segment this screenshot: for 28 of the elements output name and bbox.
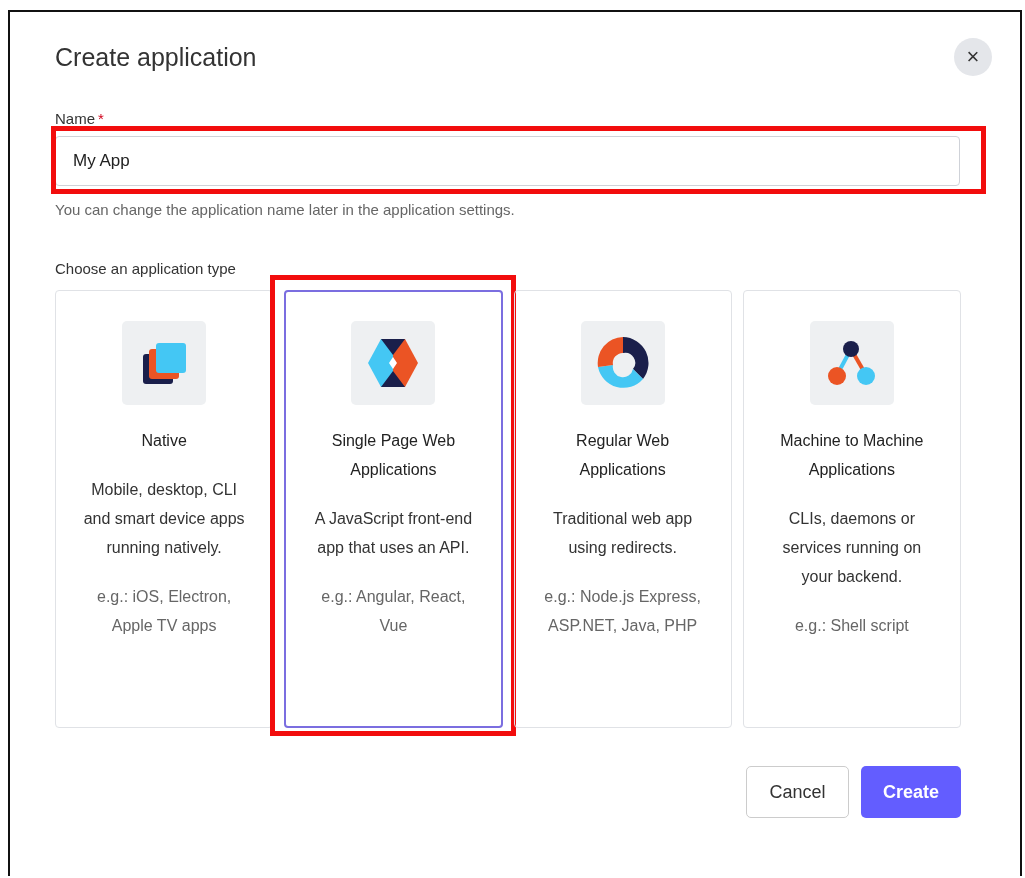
card-examples: e.g.: Shell script [794,616,909,636]
required-mark: * [98,110,104,127]
card-examples: e.g.: Node.js Express, ASP.NET, Java, PHP [543,587,702,636]
app-type-card[interactable]: Machine to Machine Applications CLIs, daemons or services running on your backend. e.g.: Shell script [742,290,961,728]
card-title: Regular Web Applications [575,431,671,480]
close-button[interactable]: × [954,38,992,76]
card-title: Machine to Machine Applications [779,431,925,480]
card-title: Single Page Web Applications [330,431,457,480]
section-label: Choose an application type [55,260,237,277]
name-input-field[interactable]: My App [55,136,960,186]
card-examples: e.g.: Angular, React, Vue [320,587,467,636]
diamond-icon [368,339,419,387]
nodes-icon [828,341,876,385]
card-description: Mobile, desktop, CLI and smart device apps running natively. [82,480,246,558]
card-description: Traditional web app using redirects. [552,509,694,558]
cancel-button[interactable]: Cancel [746,766,849,818]
field-label: Name [55,110,95,127]
card-description: A JavaScript front-end app that uses an API. [313,509,474,558]
card-examples: e.g.: iOS, Electron, Apple TV apps [96,587,233,636]
app-type-card[interactable]: Regular Web Applications Traditional web app using redirects. e.g.: Node.js Express, ASP.NET, Java, PHP [513,290,732,728]
card-title: Native [141,431,187,451]
create-button[interactable]: Create [861,766,961,818]
ring-icon [596,337,649,389]
card-description: CLIs, daemons or services running on your backend. [781,509,923,587]
app-type-card[interactable]: Single Page Web Applications A JavaScript front-end app that uses an API. e.g.: Angular, React, Vue [284,290,503,728]
field-hint: You can change the application name later in the application settings. [55,201,516,218]
dialog-title: Create application [55,42,257,72]
stacked-squares-icon [142,342,186,384]
